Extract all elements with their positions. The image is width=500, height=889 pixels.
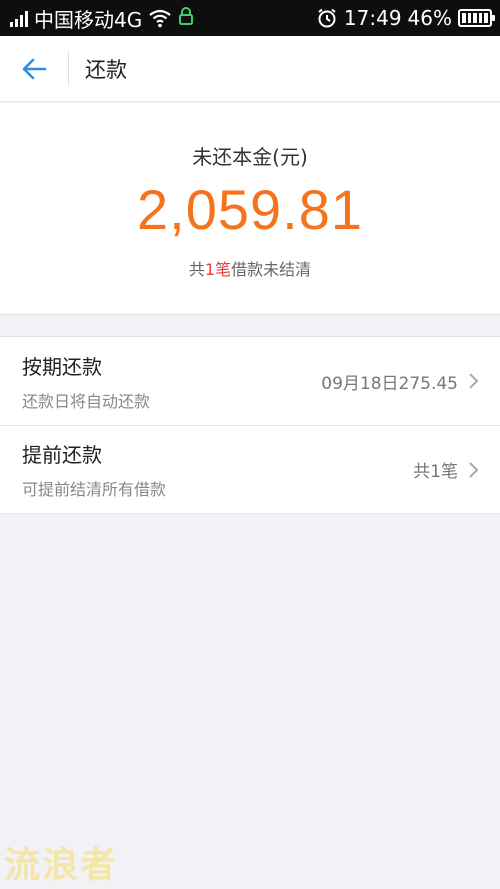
row-value-group: 共1笔	[413, 457, 480, 482]
row-title: 按期还款	[22, 354, 102, 379]
row-value-group: 09月18日275.45	[321, 369, 480, 394]
back-button[interactable]	[0, 36, 68, 102]
back-arrow-icon	[22, 58, 47, 79]
row-subtitle: 可提前结清所有借款	[22, 480, 167, 499]
unsettled-loans-text: 共1笔借款未结清	[0, 256, 500, 280]
outstanding-principal-amount: 2,059.81	[137, 178, 363, 241]
carrier-label: 中国移动4G	[34, 7, 143, 32]
loan-count-value: 共1笔	[413, 462, 458, 482]
vpn-lock-icon	[178, 6, 194, 31]
count-suffix: 借款未结清	[231, 260, 312, 279]
app-header: 还款	[0, 36, 500, 102]
chevron-right-icon	[469, 373, 479, 389]
watermark: 流浪者	[4, 845, 119, 886]
row-text: 按期还款 还款日将自动还款	[22, 351, 150, 412]
battery-icon	[458, 9, 495, 27]
signal-icon	[10, 9, 28, 27]
next-repayment-value: 09月18日275.45	[321, 373, 458, 394]
count-prefix: 共	[188, 260, 205, 279]
count-number: 1笔	[204, 260, 232, 279]
status-right: 17:49 46%	[316, 6, 495, 30]
repayment-options: 按期还款 还款日将自动还款 09月18日275.45 提前还款 可提前结清所有借…	[0, 336, 500, 514]
outstanding-principal-label: 未还本金(元)	[192, 145, 308, 169]
row-text: 提前还款 可提前结清所有借款	[22, 439, 166, 500]
outstanding-summary: 未还本金(元) 2,059.81 共1笔借款未结清	[0, 103, 500, 315]
status-bar: 中国移动4G 17:49 46%	[0, 0, 500, 36]
scheduled-repayment-row[interactable]: 按期还款 还款日将自动还款 09月18日275.45	[0, 337, 500, 425]
row-subtitle: 还款日将自动还款	[22, 391, 151, 411]
chevron-right-icon	[469, 461, 479, 478]
alarm-clock-icon	[316, 7, 338, 29]
battery-percent: 46%	[407, 6, 452, 30]
wifi-icon	[148, 8, 172, 28]
status-left: 中国移动4G	[10, 4, 194, 33]
page-title: 还款	[85, 57, 127, 82]
header-divider	[68, 51, 69, 86]
status-time: 17:49	[343, 6, 402, 30]
row-title: 提前还款	[22, 443, 102, 467]
early-repayment-row[interactable]: 提前还款 可提前结清所有借款 共1笔	[0, 425, 500, 513]
